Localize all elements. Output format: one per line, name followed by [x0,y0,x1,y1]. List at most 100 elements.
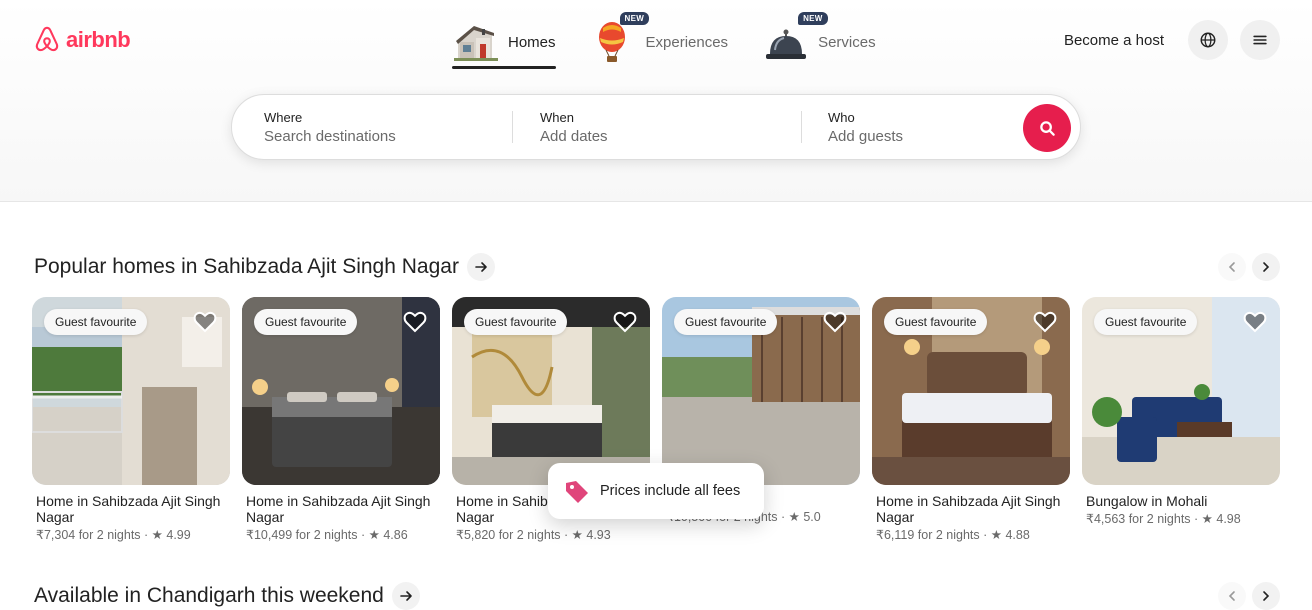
heart-icon[interactable] [402,309,428,335]
section-header: Available in Chandigarh this weekend [34,582,420,610]
who-field[interactable]: Who [802,95,1022,159]
house-icon [454,26,498,61]
listing-rating: 4.88 [1005,528,1030,542]
tab-homes-label: Homes [508,33,556,51]
where-field[interactable]: Where [232,95,512,159]
arrow-right-icon [475,262,487,272]
listing-photo[interactable]: Guest favourite [32,297,230,485]
arrow-right-icon [400,591,412,601]
previous-button[interactable] [1218,582,1246,610]
star-icon: ★ [571,528,583,542]
listing-title: Home in Sahibzada Ajit Singh Nagar [876,493,1061,525]
star-icon: ★ [1201,512,1213,526]
section-arrow-button[interactable] [391,582,420,610]
heart-icon[interactable] [612,309,638,335]
tab-services[interactable]: NEW Services [762,12,876,68]
listing-meta: ₹4,563 for 2 nights · ★ 4.98 [1086,512,1241,526]
brand-name: airbnb [66,27,131,52]
search-icon [1039,120,1055,136]
become-host-link[interactable]: Become a host [1052,32,1176,49]
hot-air-balloon-icon [598,22,625,62]
new-badge: NEW [798,12,828,25]
heart-icon[interactable] [1032,309,1058,335]
next-button[interactable] [1252,253,1280,281]
chevron-right-icon [1263,591,1270,601]
heart-icon[interactable] [822,309,848,335]
next-button[interactable] [1252,582,1280,610]
when-label: When [540,109,574,125]
listing-card[interactable]: Guest favourite Home in Sahibzada Ajit S… [872,297,1070,542]
listing-photo[interactable]: Guest favourite [242,297,440,485]
hamburger-menu-icon [1253,35,1267,45]
listing-card[interactable]: Guest favourite Bungalow in Mohali ₹4,56… [1082,297,1280,542]
who-label: Who [828,109,855,125]
search-button[interactable] [1023,104,1071,152]
tab-experiences[interactable]: NEW Experiences [590,12,729,68]
main-menu-button[interactable] [1240,20,1280,60]
listing-title: Bungalow in Mohali [1086,493,1208,509]
when-input[interactable] [540,127,760,145]
language-button[interactable] [1188,20,1228,60]
listing-price: ₹6,119 for 2 nights [876,528,980,542]
listing-photo[interactable]: Guest favourite [1082,297,1280,485]
section-title[interactable]: Available in Chandigarh this weekend [34,584,384,608]
chevron-left-icon [1228,262,1235,272]
search-bar: Where When Who [231,94,1081,160]
listing-meta: ₹6,119 for 2 nights · ★ 4.88 [876,528,1030,542]
tab-experiences-label: Experiences [645,33,729,51]
star-icon: ★ [151,528,163,542]
globe-icon [1200,32,1216,48]
listing-price: ₹10,499 for 2 nights [246,528,358,542]
carousel-pager [1218,253,1280,281]
price-tag-icon [566,481,588,503]
listing-rating: 4.93 [586,528,611,542]
listing-photo[interactable]: Guest favourite [872,297,1070,485]
prices-toast: Prices include all fees [548,463,764,519]
where-input[interactable] [264,127,484,145]
listing-rating: 4.86 [383,528,408,542]
carousel-pager [1218,582,1280,610]
new-badge: NEW [619,12,650,25]
heart-icon[interactable] [192,309,218,335]
guest-favourite-badge: Guest favourite [44,309,148,335]
tab-services-label: Services [818,33,876,51]
category-nav: Homes NEW Experiences NEW Services [452,12,876,69]
heart-icon[interactable] [1242,309,1268,335]
listing-card[interactable]: Guest favourite Home in Sahibzada Ajit S… [32,297,230,542]
section-title[interactable]: Popular homes in Sahibzada Ajit Singh Na… [34,255,459,279]
guest-favourite-badge: Guest favourite [464,309,568,335]
listing-price: ₹5,820 for 2 nights [456,528,561,542]
section-arrow-button[interactable] [466,253,495,281]
listing-price: ₹7,304 for 2 nights [36,528,141,542]
when-field[interactable]: When [513,95,801,159]
user-nav: Become a host [1052,20,1280,60]
listing-rating: 4.99 [166,528,191,542]
guest-favourite-badge: Guest favourite [1094,309,1198,335]
previous-button[interactable] [1218,253,1246,281]
airbnb-logo-icon [35,26,59,52]
airbnb-logo[interactable]: airbnb [32,24,131,56]
chevron-left-icon [1228,591,1235,601]
listing-rating: 5.0 [803,510,821,524]
star-icon: ★ [368,528,380,542]
listing-meta: ₹10,499 for 2 nights · ★ 4.86 [246,528,408,542]
guest-favourite-badge: Guest favourite [884,309,988,335]
listing-photo[interactable]: Guest favourite [662,297,860,485]
listing-card[interactable]: Guest favourite Home in Sahibzada Ajit S… [242,297,440,542]
guest-favourite-badge: Guest favourite [254,309,358,335]
chevron-right-icon [1263,262,1270,272]
service-bell-icon [766,29,807,59]
who-input[interactable] [828,127,988,145]
listing-price: ₹4,563 for 2 nights [1086,512,1191,526]
where-label: Where [264,109,303,125]
listing-title: Home in Sahibzada Ajit Singh Nagar [36,493,221,525]
listing-meta: ₹5,820 for 2 nights · ★ 4.93 [456,528,611,542]
header: airbnb Homes NEW Experiences NEW Service… [0,0,1312,202]
listing-meta: ₹7,304 for 2 nights · ★ 4.99 [36,528,191,542]
listing-rating: 4.98 [1216,512,1241,526]
tab-homes[interactable]: Homes [452,16,556,69]
listing-photo[interactable]: Guest favourite [452,297,650,485]
listing-title: Home in Sahibzada Ajit Singh Nagar [246,493,431,525]
toast-text: Prices include all fees [600,483,741,499]
star-icon: ★ [788,510,800,524]
